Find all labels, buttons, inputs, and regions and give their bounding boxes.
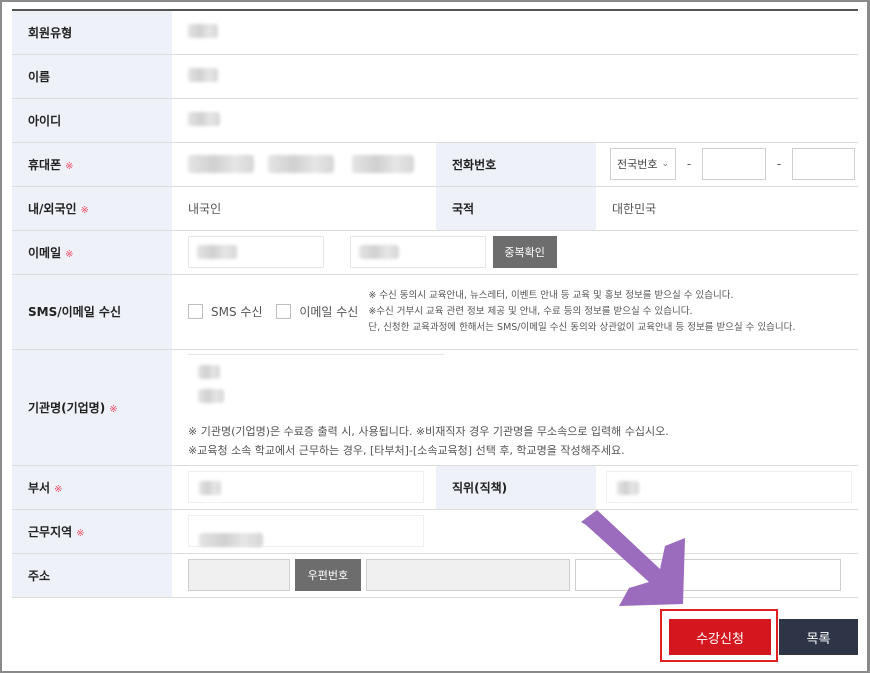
label-position: 직위(직책)	[436, 465, 596, 510]
label-email: 이메일	[28, 245, 62, 260]
org-note: ※교육청 소속 학교에서 근무하는 경우, [타부처]-[소속교육청] 선택 후…	[188, 444, 625, 457]
user-id-value-redacted	[188, 111, 220, 126]
duplicate-check-button[interactable]: 중복확인	[492, 236, 557, 268]
consent-notes: ※ 수신 동의시 교육안내, 뉴스레터, 이벤트 안내 등 교육 및 홍보 정보…	[368, 288, 795, 336]
position-redacted	[617, 481, 639, 495]
mobile-field-2[interactable]	[267, 155, 334, 173]
label-member-type: 회원유형	[12, 10, 172, 55]
address-input[interactable]	[365, 559, 570, 591]
label-address: 주소	[12, 553, 172, 598]
required-mark: ※	[76, 527, 85, 539]
label-sms-email: SMS/이메일 수신	[12, 274, 172, 350]
consent-checkboxes: SMS 수신 이메일 수신	[188, 303, 368, 320]
chevron-down-icon: ⌄	[661, 159, 669, 169]
phone-dash-1: -	[686, 157, 692, 171]
row-department: 부서 ※ 직위(직책)	[12, 465, 858, 510]
zipcode-input[interactable]	[188, 559, 290, 591]
mobile-field-3[interactable]	[351, 155, 414, 173]
email-consent-label[interactable]: 이메일 수신	[299, 305, 358, 319]
row-nationality: 내/외국인 ※ 내국인 국적 대한민국	[12, 186, 858, 231]
required-mark: ※	[109, 403, 118, 415]
phone-area-select-value: 전국번호	[617, 158, 658, 171]
org-name-input[interactable]	[188, 354, 444, 416]
label-work-region: 근무지역	[28, 524, 73, 539]
row-member-type: 회원유형	[12, 10, 858, 55]
consent-group: SMS 수신 이메일 수신 ※ 수신 동의시 교육안내, 뉴스레터, 이벤트 안…	[188, 288, 858, 336]
org-notes: ※ 기관명(기업명)은 수료증 출력 시, 사용됩니다. ※비재직자 경우 기관…	[188, 422, 858, 460]
label-nationality-type: 내/외국인	[28, 201, 77, 216]
position-input[interactable]	[606, 471, 852, 503]
list-button[interactable]: 목록	[779, 619, 858, 655]
work-region-redacted	[199, 533, 263, 547]
org-name-redacted	[198, 365, 220, 379]
label-org-name: 기관명(기업명)	[28, 400, 106, 415]
label-name: 이름	[12, 54, 172, 99]
required-mark: ※	[80, 204, 89, 216]
email-domain-redacted	[358, 245, 399, 259]
department-input[interactable]	[188, 471, 424, 503]
phone-last-input[interactable]	[792, 148, 855, 180]
phone-dash-2: -	[776, 157, 782, 171]
row-name: 이름	[12, 54, 858, 99]
phone-middle-input[interactable]	[702, 148, 766, 180]
org-note: ※ 기관명(기업명)은 수료증 출력 시, 사용됩니다. ※비재직자 경우 기관…	[188, 425, 669, 438]
required-mark: ※	[65, 248, 74, 260]
work-region-select[interactable]	[188, 515, 424, 547]
row-user-id: 아이디	[12, 98, 858, 143]
consent-note: ※수신 거부시 교육 관련 정보 제공 및 안내, 수료 등의 정보를 받으실 …	[368, 305, 693, 317]
required-mark: ※	[65, 160, 74, 172]
zipcode-search-button[interactable]: 우편번호	[294, 559, 361, 591]
member-form-table: 회원유형 이름 아이디 휴대폰 ※ 전화번호 전국번호 ⌄ -- 내/외국인 ※ 내…	[12, 9, 858, 598]
org-name-redacted	[198, 389, 224, 403]
email-id-input[interactable]	[188, 236, 324, 268]
row-address: 주소 우편번호	[12, 553, 858, 598]
consent-note: 단, 신청한 교육과정에 한해서는 SMS/이메일 수신 동의와 상관없이 교육…	[368, 321, 796, 333]
label-department: 부서	[28, 480, 51, 495]
mobile-field-1[interactable]	[188, 155, 254, 173]
email-id-redacted	[197, 245, 237, 259]
name-value-redacted	[188, 67, 218, 82]
sms-consent-checkbox[interactable]	[188, 304, 203, 319]
member-type-value-redacted	[188, 23, 218, 38]
nationality-type-value: 내국인	[172, 186, 436, 231]
email-consent-checkbox[interactable]	[276, 304, 292, 319]
department-redacted	[199, 481, 221, 495]
label-phone: 전화번호	[436, 142, 596, 187]
label-user-id: 아이디	[12, 98, 172, 143]
arrow-down-right-icon	[581, 510, 685, 606]
label-mobile: 휴대폰	[28, 157, 62, 172]
consent-note: ※ 수신 동의시 교육안내, 뉴스레터, 이벤트 안내 등 교육 및 홍보 정보…	[368, 289, 734, 301]
row-org-name: 기관명(기업명) ※ ※ 기관명(기업명)은 수료증 출력 시, 사용됩니다. ※…	[12, 349, 858, 466]
row-work-region: 근무지역 ※	[12, 509, 858, 554]
sms-consent-label[interactable]: SMS 수신	[211, 305, 262, 319]
course-apply-button[interactable]: 수강신청	[669, 619, 771, 655]
row-email: 이메일 ※ 중복확인	[12, 230, 858, 275]
required-mark: ※	[54, 483, 63, 495]
row-mobile: 휴대폰 ※ 전화번호 전국번호 ⌄ - -	[12, 142, 858, 187]
row-sms-email-consent: SMS/이메일 수신 SMS 수신 이메일 수신 ※ 수신 동의시 교육안내, …	[12, 274, 858, 350]
country-value: 대한민국	[596, 186, 858, 231]
label-country: 국적	[436, 186, 596, 231]
email-domain-input[interactable]	[349, 236, 486, 268]
phone-area-select[interactable]: 전국번호 ⌄	[610, 148, 676, 180]
